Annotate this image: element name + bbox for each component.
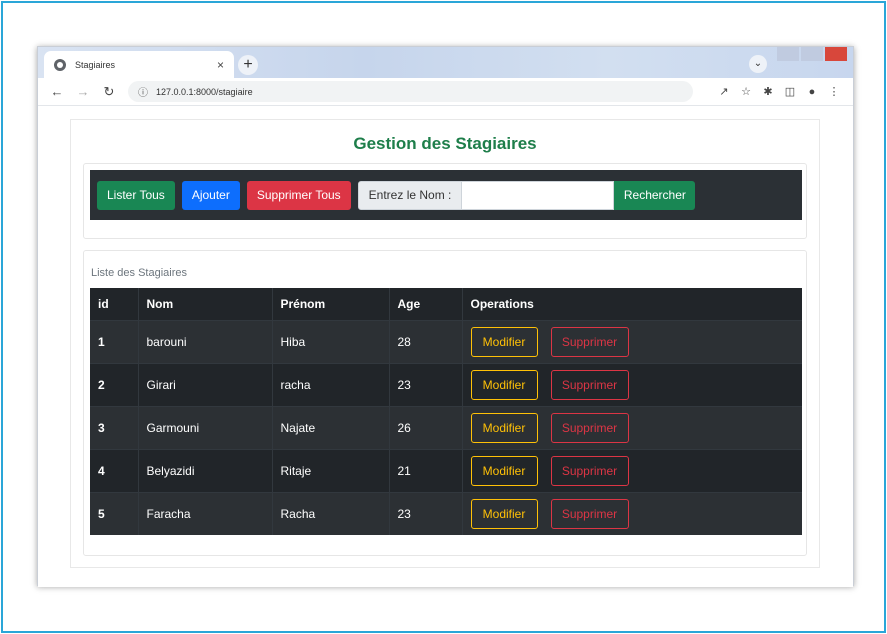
browser-toolbar: ← → ↻ ⓘ 127.0.0.1:8000/stagiaire ↗ ☆ ✱ ◫… [38, 78, 853, 106]
edit-button[interactable]: Modifier [470, 326, 538, 357]
maximize-button[interactable] [801, 47, 823, 61]
cell-prenom: Ritaje [272, 448, 390, 492]
tab-title: Stagiaires [75, 59, 116, 70]
cell-operations: Modifier Supprimer [462, 405, 802, 449]
back-arrow-icon[interactable]: ← [46, 84, 68, 99]
cell-nom: Garmouni [138, 405, 273, 449]
stagiaires-table: id Nom Prénom Age Operations 1 barouni H… [90, 288, 802, 535]
cell-age: 28 [389, 319, 463, 363]
sidebar-icon[interactable]: ◫ [779, 85, 801, 98]
cell-prenom: racha [272, 362, 390, 406]
list-all-button[interactable]: Lister Tous [97, 180, 175, 210]
column-header: Prénom [272, 288, 390, 320]
cell-nom: Girari [138, 362, 273, 406]
share-icon[interactable]: ↗ [713, 85, 735, 98]
page-viewport: Gestion des Stagiaires Lister Tous Ajout… [38, 106, 853, 587]
delete-button[interactable]: Supprimer [550, 498, 629, 529]
minimize-button[interactable] [777, 47, 799, 61]
list-card: Liste des Stagiaires id Nom Prénom Age O… [83, 250, 807, 556]
delete-button[interactable]: Supprimer [550, 412, 629, 443]
close-icon[interactable]: × [217, 58, 224, 72]
toolbar-icons: ↗ ☆ ✱ ◫ ● ⋮ [713, 85, 853, 99]
delete-all-button[interactable]: Supprimer Tous [246, 180, 351, 210]
table-row: 4 Belyazidi Ritaje 21 Modifier Supprimer [90, 448, 802, 492]
cell-nom: barouni [138, 319, 273, 363]
forward-arrow-icon[interactable]: → [72, 84, 94, 99]
cell-operations: Modifier Supprimer [462, 491, 802, 535]
menu-icon[interactable]: ⋮ [823, 85, 845, 98]
action-bar: Lister Tous Ajouter Supprimer Tous Entre… [90, 170, 802, 220]
cell-age: 26 [389, 405, 463, 449]
edit-button[interactable]: Modifier [470, 455, 538, 486]
cell-id: 1 [90, 319, 139, 363]
cell-age: 23 [389, 362, 463, 406]
actions-card: Lister Tous Ajouter Supprimer Tous Entre… [83, 163, 807, 239]
cell-operations: Modifier Supprimer [462, 362, 802, 406]
column-header: Operations [470, 296, 534, 311]
extensions-icon[interactable]: ✱ [757, 85, 779, 98]
globe-icon [54, 58, 66, 71]
profile-icon[interactable]: ● [801, 86, 823, 98]
cell-operations: Modifier Supprimer [462, 319, 802, 363]
new-tab-button[interactable]: + [238, 55, 258, 75]
browser-window: Stagiaires × + ⌄ ← → ↻ ⓘ 127.0.0.1:8000/… [37, 46, 854, 587]
address-bar[interactable]: ⓘ 127.0.0.1:8000/stagiaire [128, 81, 693, 102]
edit-button[interactable]: Modifier [470, 498, 538, 529]
cell-id: 5 [90, 491, 139, 535]
cell-prenom: Hiba [272, 319, 390, 363]
search-button[interactable]: Rechercher [614, 180, 696, 210]
star-icon[interactable]: ☆ [735, 85, 757, 98]
table-row: 5 Faracha Racha 23 Modifier Supprimer [90, 491, 802, 535]
info-icon[interactable]: ⓘ [138, 84, 148, 99]
cell-nom: Belyazidi [138, 448, 273, 492]
cell-id: 2 [90, 362, 139, 406]
column-header: Nom [138, 288, 273, 320]
cell-id: 3 [90, 405, 139, 449]
table-row: 1 barouni Hiba 28 Modifier Supprimer [90, 319, 802, 363]
delete-button[interactable]: Supprimer [550, 455, 629, 486]
cell-prenom: Najate [272, 405, 390, 449]
cell-age: 21 [389, 448, 463, 492]
browser-tab[interactable]: Stagiaires × [44, 51, 234, 78]
cell-id: 4 [90, 448, 139, 492]
url-text: 127.0.0.1:8000/stagiaire [156, 86, 253, 97]
column-header: id [90, 288, 139, 320]
window-controls [775, 47, 847, 61]
list-header: Liste des Stagiaires [91, 267, 187, 279]
tab-strip: Stagiaires × + ⌄ [38, 47, 853, 78]
delete-button[interactable]: Supprimer [550, 369, 629, 400]
edit-button[interactable]: Modifier [470, 369, 538, 400]
page-container: Gestion des Stagiaires Lister Tous Ajout… [70, 119, 820, 568]
cell-nom: Faracha [138, 491, 273, 535]
delete-button[interactable]: Supprimer [550, 326, 629, 357]
column-header: Age [389, 288, 463, 320]
cell-operations: Modifier Supprimer [462, 448, 802, 492]
table-row: 3 Garmouni Najate 26 Modifier Supprimer [90, 405, 802, 449]
cell-prenom: Racha [272, 491, 390, 535]
edit-button[interactable]: Modifier [470, 412, 538, 443]
chevron-down-icon[interactable]: ⌄ [749, 55, 767, 73]
page-title: Gestion des Stagiaires [353, 134, 537, 153]
search-group: Entrez le Nom : Rechercher [357, 180, 696, 210]
window-close-button[interactable] [825, 47, 847, 61]
cell-age: 23 [389, 491, 463, 535]
table-row: 2 Girari racha 23 Modifier Supprimer [90, 362, 802, 406]
search-label: Entrez le Nom : [357, 180, 463, 210]
add-button[interactable]: Ajouter [181, 180, 240, 210]
table-header-row: id Nom Prénom Age Operations [90, 288, 802, 320]
search-input[interactable] [462, 180, 615, 210]
reload-icon[interactable]: ↻ [98, 84, 120, 100]
